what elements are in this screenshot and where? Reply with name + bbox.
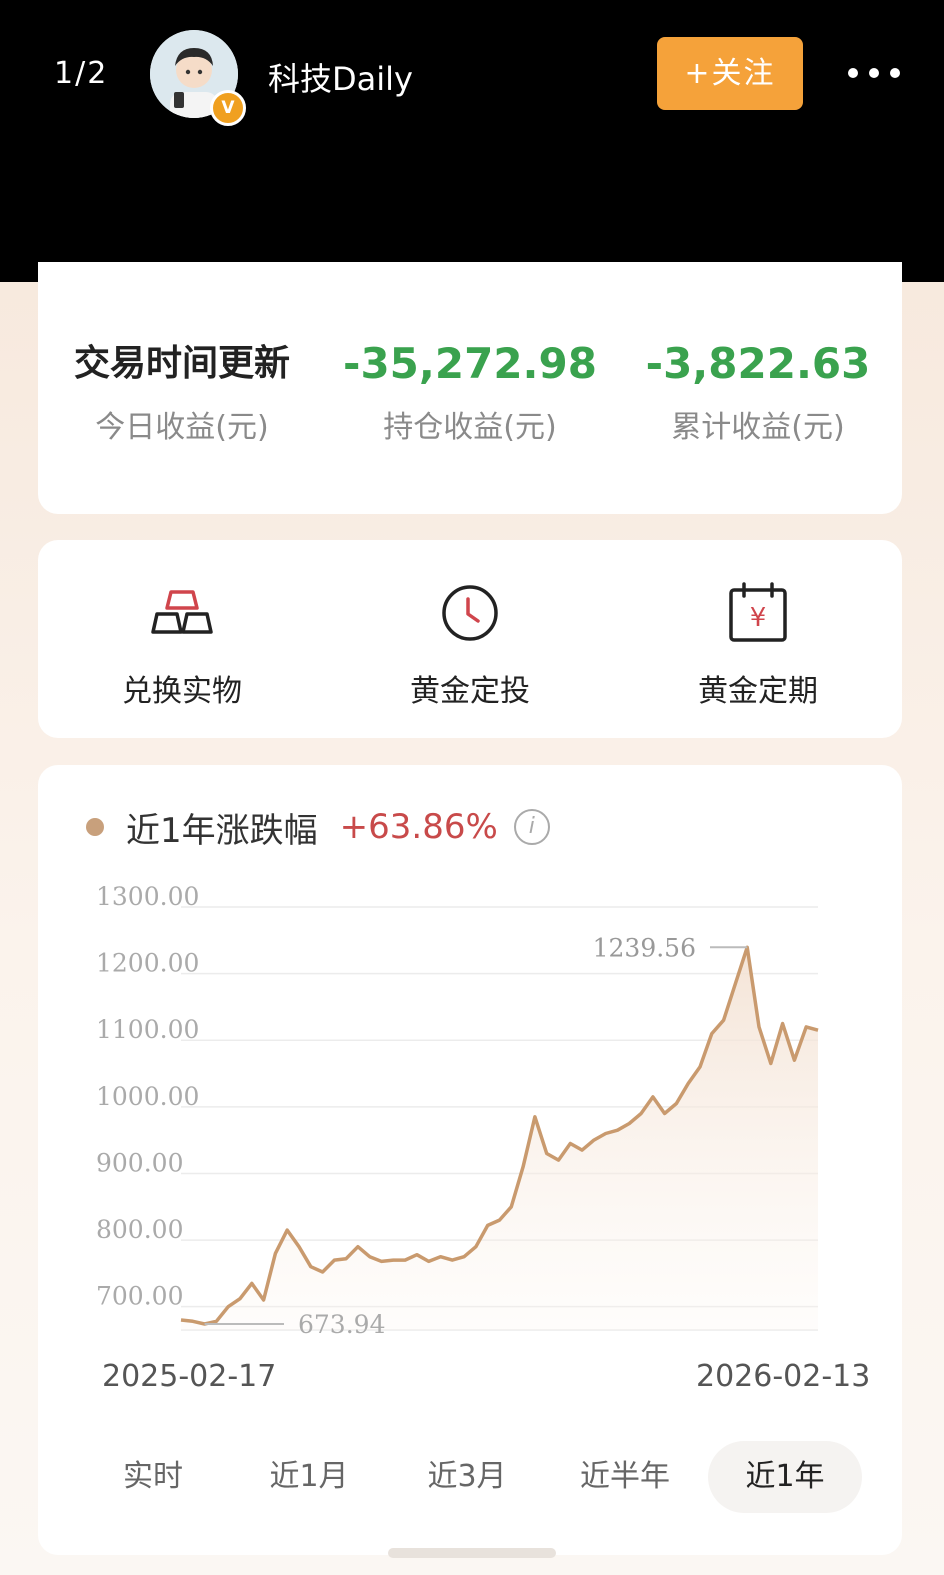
today-profit: 交易时间更新 今日收益(元) bbox=[38, 340, 326, 446]
page-indicator: 1/2 bbox=[54, 56, 109, 91]
action-label: 黄金定投 bbox=[410, 674, 530, 709]
action-gold-auto-invest[interactable]: 黄金定投 bbox=[360, 578, 580, 710]
top-bar: 1/2 V 科技Daily +关注 bbox=[0, 0, 944, 282]
today-profit-value: 交易时间更新 bbox=[73, 343, 290, 384]
more-options-icon[interactable] bbox=[846, 52, 902, 92]
y-tick-label: 800.00 bbox=[96, 1215, 183, 1244]
holding-profit-value: -35,272.98 bbox=[343, 339, 597, 388]
cumulative-profit-value: -3,822.63 bbox=[645, 339, 871, 388]
max-value-label: 1239.56 bbox=[593, 933, 696, 962]
follow-button[interactable]: +关注 bbox=[657, 37, 803, 110]
period-tabs: 实时 近1月 近3月 近半年 近1年 bbox=[38, 1441, 902, 1513]
chart-card: 近1年涨跌幅 +63.86% i 1300.00 1200.00 1100.00 10… bbox=[38, 765, 902, 1555]
y-tick-label: 1200.00 bbox=[96, 949, 199, 978]
tab-1-year[interactable]: 近1年 bbox=[708, 1441, 862, 1513]
holding-profit: -35,272.98 持仓收益(元) bbox=[326, 340, 614, 446]
scroll-indicator bbox=[388, 1548, 556, 1558]
today-profit-label: 今日收益(元) bbox=[95, 410, 269, 445]
svg-text:¥: ¥ bbox=[750, 603, 767, 633]
min-value-label: 673.94 bbox=[298, 1310, 385, 1339]
price-chart[interactable]: 1300.00 1200.00 1100.00 1000.00 900.00 800.00… bbox=[38, 765, 902, 1365]
tab-1-month[interactable]: 近1月 bbox=[234, 1441, 384, 1513]
actions-card: 兑换实物 黄金定投 ¥ 黄金定期 bbox=[38, 540, 902, 738]
cumulative-profit: -3,822.63 累计收益(元) bbox=[614, 340, 902, 446]
action-gold-fixed-term[interactable]: ¥ 黄金定期 bbox=[648, 578, 868, 710]
calendar-yen-icon: ¥ bbox=[729, 582, 787, 642]
x-axis-start-date: 2025-02-17 bbox=[102, 1359, 277, 1394]
tab-half-year[interactable]: 近半年 bbox=[550, 1441, 700, 1513]
cumulative-profit-label: 累计收益(元) bbox=[671, 410, 845, 445]
y-tick-label: 700.00 bbox=[96, 1282, 183, 1311]
holding-profit-label: 持仓收益(元) bbox=[383, 410, 557, 445]
y-tick-label: 1000.00 bbox=[96, 1082, 199, 1111]
action-exchange-physical[interactable]: 兑换实物 bbox=[72, 578, 292, 710]
tab-3-months[interactable]: 近3月 bbox=[392, 1441, 542, 1513]
verified-badge-icon: V bbox=[210, 90, 246, 126]
y-tick-label: 900.00 bbox=[96, 1148, 183, 1177]
gold-bars-icon bbox=[151, 590, 213, 634]
username[interactable]: 科技Daily bbox=[268, 54, 413, 100]
action-label: 兑换实物 bbox=[122, 674, 242, 709]
y-tick-label: 1300.00 bbox=[96, 882, 199, 911]
price-area bbox=[181, 947, 818, 1330]
summary-card: 交易时间更新 今日收益(元) -35,272.98 持仓收益(元) -3,822… bbox=[38, 262, 902, 514]
x-axis-end-date: 2026-02-13 bbox=[696, 1359, 871, 1394]
y-tick-label: 1100.00 bbox=[96, 1015, 199, 1044]
tab-realtime[interactable]: 实时 bbox=[78, 1441, 228, 1513]
action-label: 黄金定期 bbox=[698, 674, 818, 709]
clock-icon bbox=[442, 585, 498, 641]
